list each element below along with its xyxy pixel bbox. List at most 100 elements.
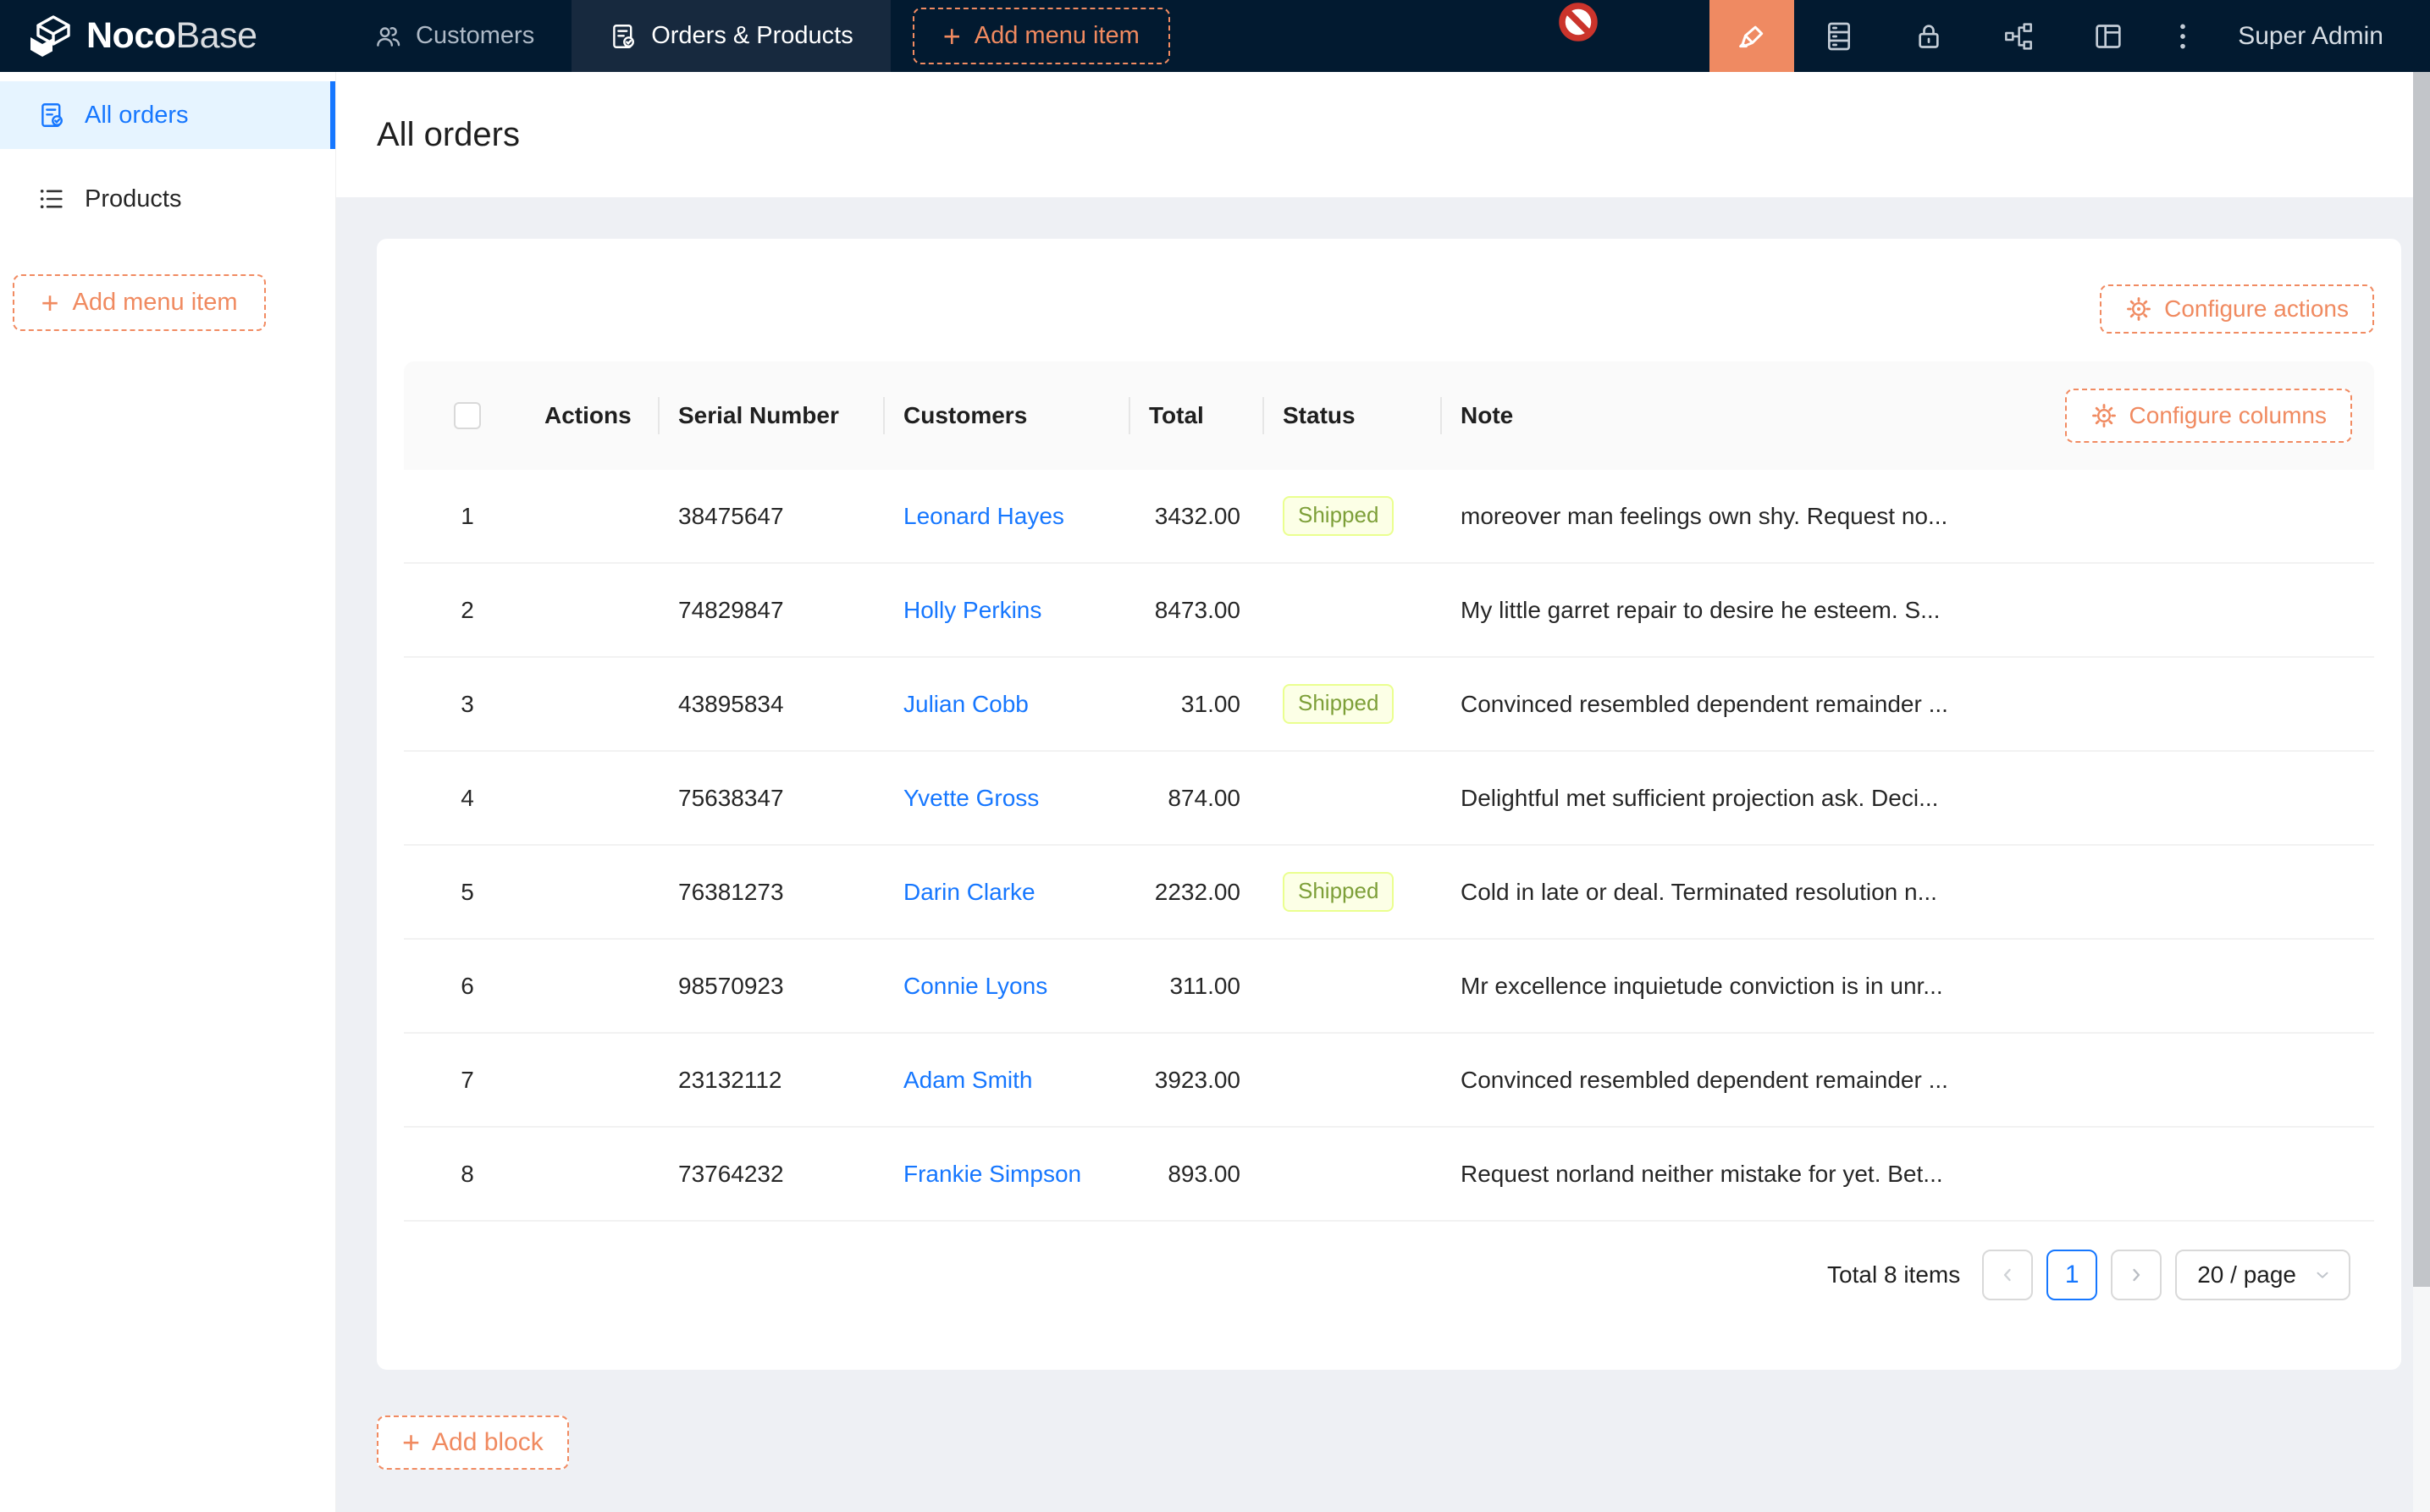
scrollbar-thumb[interactable] [2413, 72, 2430, 1287]
plugin-manager-button[interactable] [1974, 0, 2063, 72]
row-status-cell [1262, 1128, 1440, 1220]
header-cell-status: Status [1262, 361, 1440, 470]
chevron-left-icon [1997, 1265, 2018, 1285]
row-serial-cell: 76381273 [658, 846, 883, 938]
row-note-cell: Mr excellence inquietude conviction is i… [1440, 940, 2374, 1032]
gear-icon [2090, 402, 2118, 429]
select-all-checkbox[interactable] [454, 402, 481, 429]
status-badge: Shipped [1283, 684, 1394, 724]
add-block-button[interactable]: + Add block [377, 1415, 569, 1470]
row-status-cell [1262, 940, 1440, 1032]
row-note-cell: moreover man feelings own shy. Request n… [1440, 470, 2374, 562]
row-customer-cell: Adam Smith [883, 1034, 1129, 1126]
nav-tab-customers[interactable]: Customers [336, 0, 572, 72]
row-actions-cell [531, 1034, 658, 1126]
nav-right-cluster: Super Admin [1709, 0, 2430, 72]
row-customer-cell: Frankie Simpson [883, 1128, 1129, 1220]
layout-button[interactable] [2063, 0, 2153, 72]
row-total-cell: 3923.00 [1129, 1034, 1262, 1126]
sidebar: All orders Products + Add menu item [0, 72, 336, 1512]
page-scrollbar[interactable] [2413, 72, 2430, 1512]
page-size-select[interactable]: 20 / page [2175, 1250, 2350, 1300]
row-status-cell [1262, 1034, 1440, 1126]
plus-icon: + [943, 21, 961, 52]
row-customer-cell: Julian Cobb [883, 658, 1129, 750]
row-note-cell: Cold in late or deal. Terminated resolut… [1440, 846, 2374, 938]
pagination-prev-button[interactable] [1982, 1250, 2033, 1300]
customer-link[interactable]: Adam Smith [903, 1067, 1033, 1094]
customer-link[interactable]: Leonard Hayes [903, 503, 1064, 530]
header-cell-total: Total [1129, 361, 1262, 470]
layout-icon [2091, 19, 2125, 53]
table-row: 5 76381273 Darin Clarke 2232.00 Shipped [404, 846, 2374, 940]
page-header: All orders [336, 72, 2430, 197]
row-index-cell: 2 [404, 564, 531, 656]
brand-name: NocoBase [86, 15, 257, 57]
pagination-next-button[interactable] [2111, 1250, 2162, 1300]
database-button[interactable] [1794, 0, 1884, 72]
row-actions-cell [531, 1128, 658, 1220]
orders-table: Actions Serial Number Customers Total St… [404, 361, 2374, 1222]
row-note-cell: Convinced resembled dependent remainder … [1440, 658, 2374, 750]
nav-tab-orders-products[interactable]: Orders & Products [572, 0, 891, 72]
database-icon [1822, 19, 1856, 53]
sidebar-item-products[interactable]: Products [0, 165, 335, 233]
row-serial-cell: 23132112 [658, 1034, 883, 1126]
sidebar-add-menu-item-button[interactable]: + Add menu item [13, 274, 266, 331]
header-cell-customers: Customers [883, 361, 1129, 470]
row-total-cell: 3432.00 [1129, 470, 1262, 562]
highlighter-icon [1735, 19, 1769, 53]
sidebar-item-label: All orders [85, 102, 189, 130]
content-area: Configure actions Actions Serial Number … [336, 197, 2430, 1512]
row-index-cell: 6 [404, 940, 531, 1032]
configure-columns-button[interactable]: Configure columns [2065, 389, 2352, 443]
status-badge: Shipped [1283, 872, 1394, 912]
table-row: 6 98570923 Connie Lyons 311.00 Mr [404, 940, 2374, 1034]
lock-icon [1912, 19, 1946, 53]
row-serial-cell: 75638347 [658, 752, 883, 844]
more-vertical-icon [2166, 19, 2200, 53]
row-total-cell: 874.00 [1129, 752, 1262, 844]
row-status-cell [1262, 752, 1440, 844]
header-configure-columns: Configure columns [2065, 389, 2352, 443]
gear-icon [2125, 295, 2152, 323]
table-header-row: Actions Serial Number Customers Total St… [404, 361, 2374, 470]
row-serial-cell: 38475647 [658, 470, 883, 562]
row-status-cell: Shipped [1262, 470, 1440, 562]
row-serial-cell: 98570923 [658, 940, 883, 1032]
list-icon [37, 185, 66, 213]
row-actions-cell [531, 564, 658, 656]
row-total-cell: 311.00 [1129, 940, 1262, 1032]
nocobase-logo-icon [25, 13, 73, 60]
row-index-cell: 5 [404, 846, 531, 938]
row-total-cell: 31.00 [1129, 658, 1262, 750]
customer-link[interactable]: Julian Cobb [903, 691, 1029, 718]
pagination-page-1[interactable]: 1 [2046, 1250, 2097, 1300]
row-index-cell: 4 [404, 752, 531, 844]
top-nav: NocoBase Customers Orders & Products + A… [0, 0, 2430, 72]
customer-link[interactable]: Connie Lyons [903, 973, 1047, 1000]
lock-button[interactable] [1884, 0, 1974, 72]
user-menu[interactable]: Super Admin [2212, 0, 2430, 72]
row-customer-cell: Darin Clarke [883, 846, 1129, 938]
table-row: 8 73764232 Frankie Simpson 893.00 [404, 1128, 2374, 1222]
customer-link[interactable]: Darin Clarke [903, 879, 1036, 906]
ui-editor-highlighter-button[interactable] [1709, 0, 1794, 72]
sidebar-item-all-orders[interactable]: All orders [0, 81, 335, 149]
chevron-right-icon [2126, 1265, 2146, 1285]
row-index-cell: 8 [404, 1128, 531, 1220]
sidebar-item-label: Products [85, 185, 181, 213]
customer-link[interactable]: Frankie Simpson [903, 1161, 1081, 1188]
customer-link[interactable]: Yvette Gross [903, 785, 1039, 812]
row-status-cell: Shipped [1262, 658, 1440, 750]
row-customer-cell: Yvette Gross [883, 752, 1129, 844]
page-title: All orders [377, 116, 520, 154]
customer-link[interactable]: Holly Perkins [903, 597, 1041, 624]
row-note-cell: Convinced resembled dependent remainder … [1440, 1034, 2374, 1126]
configure-actions-button[interactable]: Configure actions [2100, 284, 2374, 334]
nav-tab-label: Customers [416, 22, 534, 50]
more-options-button[interactable] [2153, 0, 2212, 72]
document-check-icon [609, 22, 638, 51]
row-serial-cell: 74829847 [658, 564, 883, 656]
nav-add-menu-item-button[interactable]: + Add menu item [913, 8, 1170, 64]
